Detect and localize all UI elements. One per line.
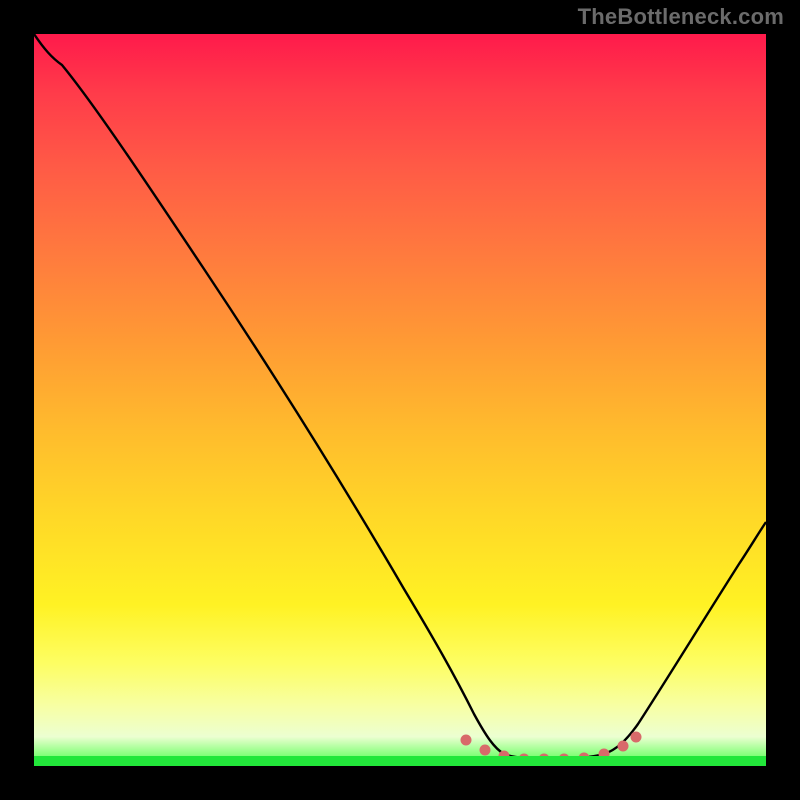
watermark-text: TheBottleneck.com xyxy=(578,4,784,30)
green-baseline-strip xyxy=(34,756,766,766)
curve-path xyxy=(34,34,766,759)
marker-dot xyxy=(461,735,472,746)
chart-frame: TheBottleneck.com xyxy=(0,0,800,800)
bottleneck-curve xyxy=(34,34,766,766)
marker-dot xyxy=(480,745,491,756)
marker-dot xyxy=(618,741,629,752)
plot-area xyxy=(34,34,766,766)
marker-dot xyxy=(631,732,642,743)
